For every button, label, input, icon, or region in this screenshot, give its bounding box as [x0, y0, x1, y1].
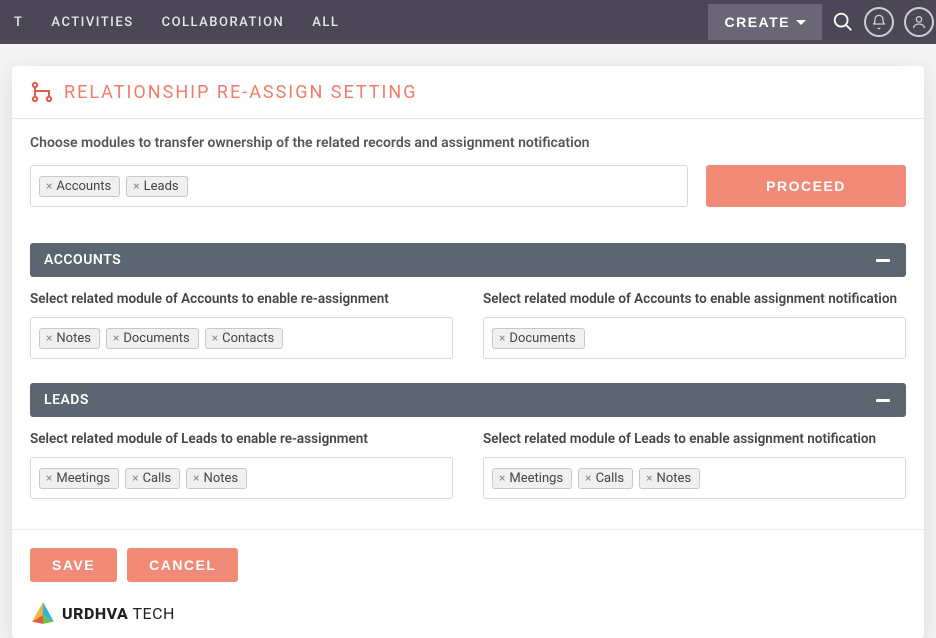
cancel-button[interactable]: CANCEL — [127, 548, 238, 582]
tag-label: Notes — [204, 471, 239, 486]
leads-notify-col: Select related module of Leads to enable… — [483, 431, 906, 499]
tag-remove-icon[interactable]: × — [131, 179, 141, 193]
tag-remove-icon[interactable]: × — [210, 331, 220, 345]
leads-reassign-label: Select related module of Leads to enable… — [30, 431, 453, 447]
tag-remove-icon[interactable]: × — [191, 471, 201, 485]
leads-reassign-input[interactable]: ×Meetings ×Calls ×Notes — [30, 457, 453, 499]
nav-item-activities[interactable]: ACTIVITIES — [37, 1, 147, 44]
section-title: ACCOUNTS — [44, 252, 121, 268]
instruction-text: Choose modules to transfer ownership of … — [30, 135, 906, 151]
modules-input[interactable]: × Accounts × Leads — [30, 165, 688, 207]
create-button-label: CREATE — [724, 14, 790, 30]
tag-label: Documents — [123, 331, 189, 346]
tag-meetings: ×Meetings — [492, 468, 572, 489]
tag-label: Meetings — [56, 471, 110, 486]
tag-remove-icon[interactable]: × — [44, 179, 54, 193]
tag-leads: × Leads — [126, 176, 187, 197]
tag-calls: ×Calls — [578, 468, 633, 489]
section-content-accounts: Select related module of Accounts to ena… — [12, 277, 924, 383]
brand-thin-text: TECH — [133, 604, 175, 623]
tag-remove-icon[interactable]: × — [644, 471, 654, 485]
section-title: LEADS — [44, 392, 89, 408]
tag-remove-icon[interactable]: × — [583, 471, 593, 485]
branch-icon — [30, 80, 54, 104]
section-header-leads[interactable]: LEADS — [30, 383, 906, 417]
tag-documents: ×Documents — [106, 328, 199, 349]
tag-documents: ×Documents — [492, 328, 585, 349]
tag-notes: ×Notes — [39, 328, 100, 349]
section-header-accounts[interactable]: ACCOUNTS — [30, 243, 906, 277]
accounts-reassign-input[interactable]: ×Notes ×Documents ×Contacts — [30, 317, 453, 359]
user-icon[interactable] — [904, 7, 934, 37]
accounts-notify-label: Select related module of Accounts to ena… — [483, 291, 906, 307]
nav-item-all[interactable]: ALL — [298, 1, 353, 44]
tag-calls: ×Calls — [125, 468, 180, 489]
notifications-icon[interactable] — [864, 7, 894, 37]
topbar: T ACTIVITIES COLLABORATION ALL CREATE — [0, 0, 936, 44]
footer-logo: URDHVA TECH — [12, 584, 924, 630]
collapse-icon[interactable] — [874, 391, 892, 409]
tag-remove-icon[interactable]: × — [111, 331, 121, 345]
topbar-nav: T ACTIVITIES COLLABORATION ALL — [0, 1, 353, 44]
tag-remove-icon[interactable]: × — [44, 331, 54, 345]
action-row: SAVE CANCEL — [12, 529, 924, 584]
accounts-reassign-col: Select related module of Accounts to ena… — [30, 291, 453, 359]
tag-remove-icon[interactable]: × — [497, 331, 507, 345]
nav-item-collaboration[interactable]: COLLABORATION — [148, 1, 299, 44]
tag-label: Accounts — [56, 179, 111, 194]
tag-label: Calls — [143, 471, 172, 486]
accounts-reassign-label: Select related module of Accounts to ena… — [30, 291, 453, 307]
tag-label: Contacts — [222, 331, 274, 346]
panel-header: RELATIONSHIP RE-ASSIGN SETTING — [12, 66, 924, 119]
tag-remove-icon[interactable]: × — [497, 471, 507, 485]
create-button[interactable]: CREATE — [708, 4, 822, 40]
panel-body: Choose modules to transfer ownership of … — [12, 119, 924, 243]
topbar-right: CREATE — [708, 4, 926, 40]
brand-bold: URDHVA — [62, 604, 128, 623]
accounts-notify-col: Select related module of Accounts to ena… — [483, 291, 906, 359]
settings-panel: RELATIONSHIP RE-ASSIGN SETTING Choose mo… — [12, 66, 924, 638]
section-content-leads: Select related module of Leads to enable… — [12, 417, 924, 523]
urdhva-logo-icon — [30, 600, 56, 626]
leads-notify-input[interactable]: ×Meetings ×Calls ×Notes — [483, 457, 906, 499]
tag-notes: ×Notes — [639, 468, 700, 489]
module-select-row: × Accounts × Leads PROCEED — [30, 165, 906, 207]
tag-notes: ×Notes — [186, 468, 247, 489]
tag-label: Leads — [144, 179, 179, 194]
tag-label: Meetings — [509, 471, 563, 486]
tag-remove-icon[interactable]: × — [130, 471, 140, 485]
collapse-icon[interactable] — [874, 251, 892, 269]
tag-label: Notes — [657, 471, 692, 486]
nav-item-t[interactable]: T — [0, 1, 37, 44]
save-button[interactable]: SAVE — [30, 548, 117, 582]
tag-accounts: × Accounts — [39, 176, 120, 197]
chevron-down-icon — [796, 20, 806, 25]
tag-label: Notes — [56, 331, 91, 346]
tag-contacts: ×Contacts — [205, 328, 284, 349]
tag-remove-icon[interactable]: × — [44, 471, 54, 485]
tag-meetings: ×Meetings — [39, 468, 119, 489]
search-icon[interactable] — [832, 11, 854, 33]
proceed-button[interactable]: PROCEED — [706, 165, 906, 207]
leads-reassign-col: Select related module of Leads to enable… — [30, 431, 453, 499]
page-title: RELATIONSHIP RE-ASSIGN SETTING — [64, 82, 417, 103]
footer-brand: URDHVA TECH — [62, 604, 175, 623]
accounts-notify-input[interactable]: ×Documents — [483, 317, 906, 359]
leads-notify-label: Select related module of Leads to enable… — [483, 431, 906, 447]
tag-label: Documents — [509, 331, 575, 346]
tag-label: Calls — [596, 471, 625, 486]
